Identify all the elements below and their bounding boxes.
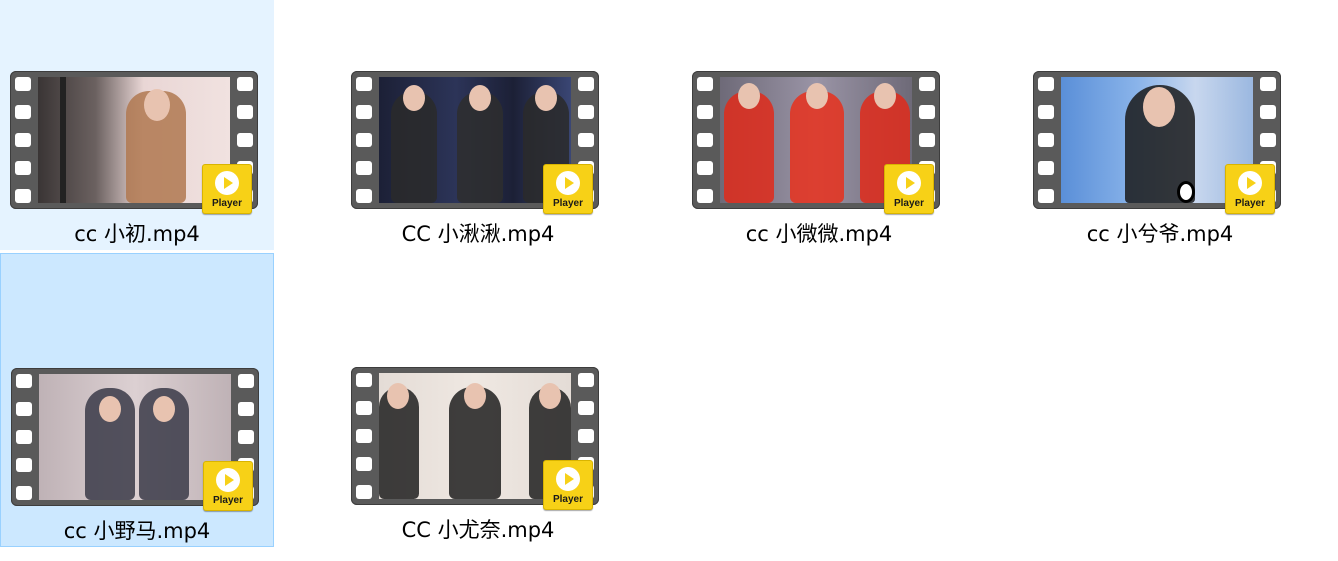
file-name: cc 小微微.mp4 (745, 222, 893, 246)
film-sprocket-holes (16, 374, 32, 500)
film-sprocket-holes (356, 77, 372, 203)
file-name: CC 小湫湫.mp4 (401, 222, 555, 246)
player-badge-label: Player (212, 495, 244, 506)
file-name: cc 小野马.mp4 (63, 519, 211, 543)
film-sprocket-holes (697, 77, 713, 203)
file-item[interactable]: Player cc 小初.mp4 (0, 0, 274, 250)
player-badge-label: Player (552, 198, 584, 209)
film-sprocket-holes (15, 77, 31, 203)
file-name: cc 小初.mp4 (74, 222, 200, 246)
file-item[interactable]: Player cc 小微微.mp4 (682, 0, 956, 250)
player-badge-label: Player (211, 198, 243, 209)
player-badge-icon: Player (543, 164, 593, 214)
file-item[interactable]: Player CC 小尤奈.mp4 (341, 253, 615, 547)
file-item[interactable]: Player CC 小湫湫.mp4 (341, 0, 615, 250)
player-badge-label: Player (893, 198, 925, 209)
player-badge-label: Player (1234, 198, 1266, 209)
player-badge-icon: Player (202, 164, 252, 214)
file-grid: Player cc 小初.mp4 Player CC 小湫湫.mp4 Playe… (0, 0, 1338, 561)
player-badge-icon: Player (203, 461, 253, 511)
player-badge-icon: Player (1225, 164, 1275, 214)
film-sprocket-holes (1038, 77, 1054, 203)
file-name: CC 小尤奈.mp4 (401, 518, 555, 542)
player-badge-icon: Player (884, 164, 934, 214)
player-badge-label: Player (552, 494, 584, 505)
file-name: cc 小兮爷.mp4 (1086, 222, 1234, 246)
player-badge-icon: Player (543, 460, 593, 510)
film-sprocket-holes (356, 373, 372, 499)
file-item[interactable]: Player cc 小兮爷.mp4 (1023, 0, 1297, 250)
file-item[interactable]: Player cc 小野马.mp4 (0, 253, 274, 547)
